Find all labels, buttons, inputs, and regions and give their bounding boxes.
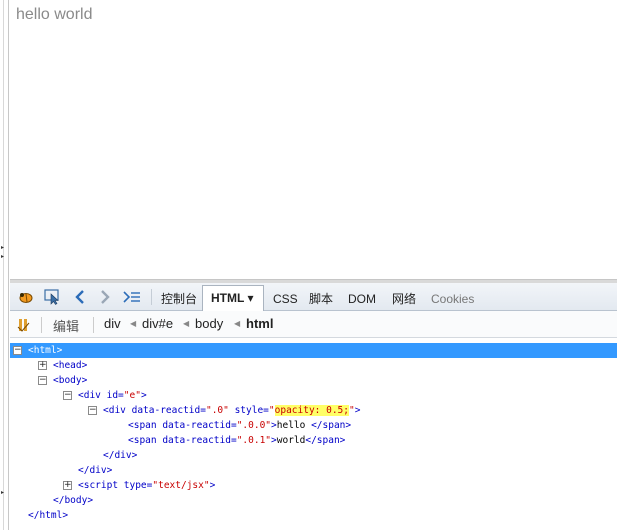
tag-span-close: </span> [311, 420, 352, 431]
forward-icon[interactable] [95, 287, 115, 307]
tree-row-span-2[interactable]: <span data-reactid=".0.1">world</span> [10, 433, 617, 448]
tag-span-close: </span> [305, 435, 346, 446]
page-text: hello world [16, 6, 93, 23]
command-line-icon[interactable] [122, 287, 142, 307]
tag-span: <span [128, 435, 157, 446]
toolbar-divider [151, 289, 152, 305]
inspect-element-icon[interactable] [43, 287, 63, 307]
tree-row-head[interactable]: + <head> [10, 358, 617, 373]
text-node: hello [276, 420, 312, 431]
tag-close-bracket: > [354, 405, 361, 416]
tab-cookies-label: Cookies [431, 292, 475, 306]
edit-button[interactable]: 编辑 [53, 316, 79, 335]
tag-head: <head> [53, 360, 88, 371]
chevron-down-icon[interactable]: ▾ [247, 291, 253, 305]
tree-row-body[interactable]: − <body> [10, 373, 617, 388]
tab-script-label: 脚本 [309, 292, 334, 306]
tab-html-label: HTML [211, 291, 245, 305]
tag-body-open: <body> [53, 375, 88, 386]
breadcrumb-item-html[interactable]: html [246, 316, 273, 331]
attr-reactid: data-reactid= [156, 420, 237, 431]
tag-close-bracket: > [140, 390, 147, 401]
tag-close-bracket: > [209, 480, 216, 491]
breadcrumb-chevron-icon: ◀ [130, 319, 137, 328]
tag-span: <span [128, 420, 157, 431]
tab-dom[interactable]: DOM [340, 287, 384, 311]
page-viewport: hello world [10, 0, 617, 279]
breadcrumb-item-body[interactable]: body [195, 316, 223, 331]
tag-div-inner: <div [103, 405, 126, 416]
attr-reactid-value: ".0.0" [236, 420, 272, 431]
tree-row-div-inner[interactable]: − <div data-reactid=".0" style="opacity:… [10, 403, 617, 418]
tab-dom-label: DOM [348, 292, 376, 306]
attr-reactid-value: ".0" [205, 405, 229, 416]
breadcrumb-chevron-icon: ◀ [183, 319, 190, 328]
attr-reactid: data-reactid= [125, 405, 206, 416]
breadcrumb-item-div-e[interactable]: div#e [142, 316, 173, 331]
tree-row-html[interactable]: − <html> [10, 343, 617, 358]
breadcrumb-item-div[interactable]: div [104, 316, 121, 331]
collapse-icon[interactable]: − [38, 376, 47, 385]
tag-html-open: <html> [28, 345, 63, 356]
attr-type-value: "text/jsx" [152, 480, 210, 491]
attr-style: style= [228, 405, 269, 416]
attr-quote: " [268, 405, 275, 416]
devtools-tabbar: 控制台 HTML ▾ CSS 脚本 DOM 网络 Cookies [10, 283, 617, 312]
tab-css[interactable]: CSS [265, 287, 306, 311]
tree-row-script[interactable]: + <script type="text/jsx"> [10, 478, 617, 493]
collapse-icon[interactable]: − [88, 406, 97, 415]
tree-row-span-1[interactable]: <span data-reactid=".0.0">hello </span> [10, 418, 617, 433]
tag-script: <script [78, 480, 119, 491]
tag-div-close: </div> [78, 465, 113, 476]
rail-arrow-icon: ▸ [1, 490, 5, 496]
tree-row-html-close[interactable]: </html> [10, 508, 617, 523]
expand-icon[interactable]: + [63, 481, 72, 490]
collapse-icon[interactable]: − [63, 391, 72, 400]
tab-console[interactable]: 控制台 [153, 287, 205, 311]
tag-div-e: <div [78, 390, 101, 401]
html-dom-tree: − <html> + <head> − <body> − <div id="e"… [10, 339, 617, 530]
attr-reactid: data-reactid= [156, 435, 237, 446]
back-icon[interactable] [70, 287, 90, 307]
breadcrumb-chevron-icon: ◀ [234, 319, 241, 328]
attr-reactid-value: ".0.1" [236, 435, 272, 446]
attr-id: id= [100, 390, 124, 401]
tree-row-div-inner-close[interactable]: </div> [10, 448, 617, 463]
rail-arrow-down-icon: ▸ [1, 254, 5, 260]
rail-line [3, 0, 4, 530]
tab-html[interactable]: HTML ▾ [202, 285, 264, 312]
tree-row-div-e-close[interactable]: </div> [10, 463, 617, 478]
tab-script[interactable]: 脚本 [301, 287, 341, 311]
attr-id-value: "e" [123, 390, 141, 401]
tree-row-body-close[interactable]: </body> [10, 493, 617, 508]
tab-css-label: CSS [273, 292, 298, 306]
html-breadcrumb-bar: 编辑 div ◀ div#e ◀ body ◀ html [10, 311, 617, 338]
expand-icon[interactable]: + [38, 361, 47, 370]
tab-network[interactable]: 网络 [384, 287, 424, 311]
break-on-mutate-icon[interactable] [14, 315, 34, 335]
tag-body-close: </body> [53, 495, 94, 506]
attr-style-value: opacity: 0.5; [274, 405, 349, 416]
text-node: world [276, 435, 306, 446]
toolbar-divider [41, 317, 42, 333]
tree-row-div-e[interactable]: − <div id="e"> [10, 388, 617, 403]
rail-arrow-up-icon: ▸ [1, 245, 5, 251]
attr-type: type= [118, 480, 153, 491]
tab-console-label: 控制台 [161, 292, 198, 306]
tab-network-label: 网络 [392, 292, 417, 306]
left-resize-rail[interactable]: ▸ ▸ ▸ [0, 0, 9, 530]
firebug-icon[interactable] [16, 287, 36, 307]
tag-html-close: </html> [28, 510, 69, 521]
tag-div-close: </div> [103, 450, 138, 461]
collapse-icon[interactable]: − [13, 346, 22, 355]
toolbar-divider [93, 317, 94, 333]
tab-cookies[interactable]: Cookies [423, 287, 482, 311]
